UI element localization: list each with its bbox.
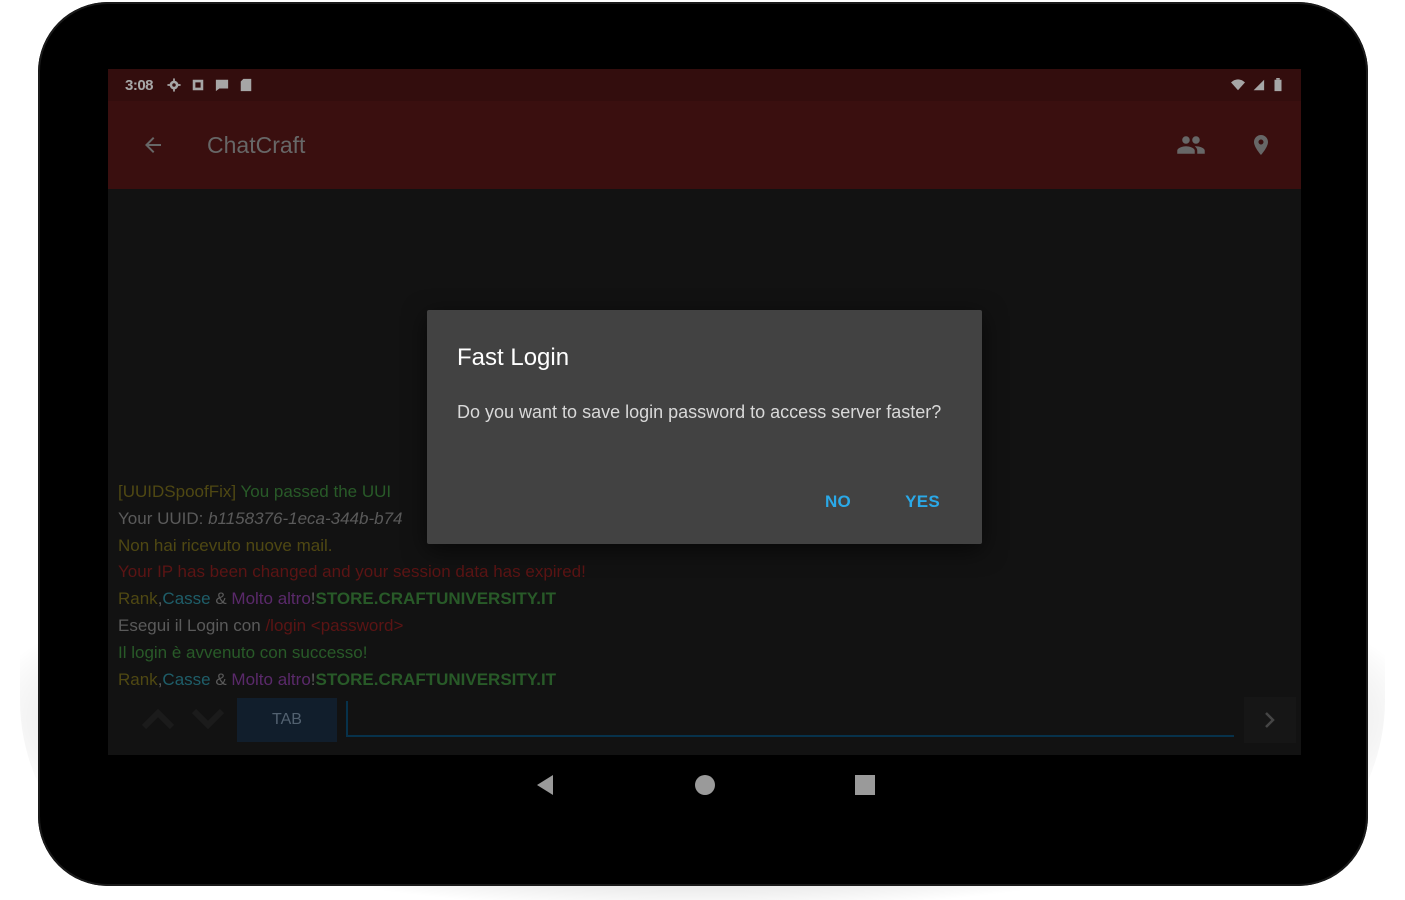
recents-square-icon [854, 775, 875, 795]
nav-home-button[interactable] [685, 765, 725, 805]
home-circle-icon [694, 775, 715, 795]
dialog-yes-button[interactable]: YES [893, 486, 952, 518]
nav-back-button[interactable] [525, 765, 565, 805]
nav-recents-button[interactable] [845, 765, 885, 805]
dialog-actions: NO YES [813, 486, 952, 518]
fast-login-dialog: Fast Login Do you want to save login pas… [427, 310, 982, 544]
back-triangle-icon [536, 775, 553, 795]
navigation-bar [108, 755, 1301, 815]
dialog-no-button[interactable]: NO [813, 486, 863, 518]
dialog-title: Fast Login [457, 344, 570, 371]
dialog-message: Do you want to save login password to ac… [457, 402, 942, 422]
